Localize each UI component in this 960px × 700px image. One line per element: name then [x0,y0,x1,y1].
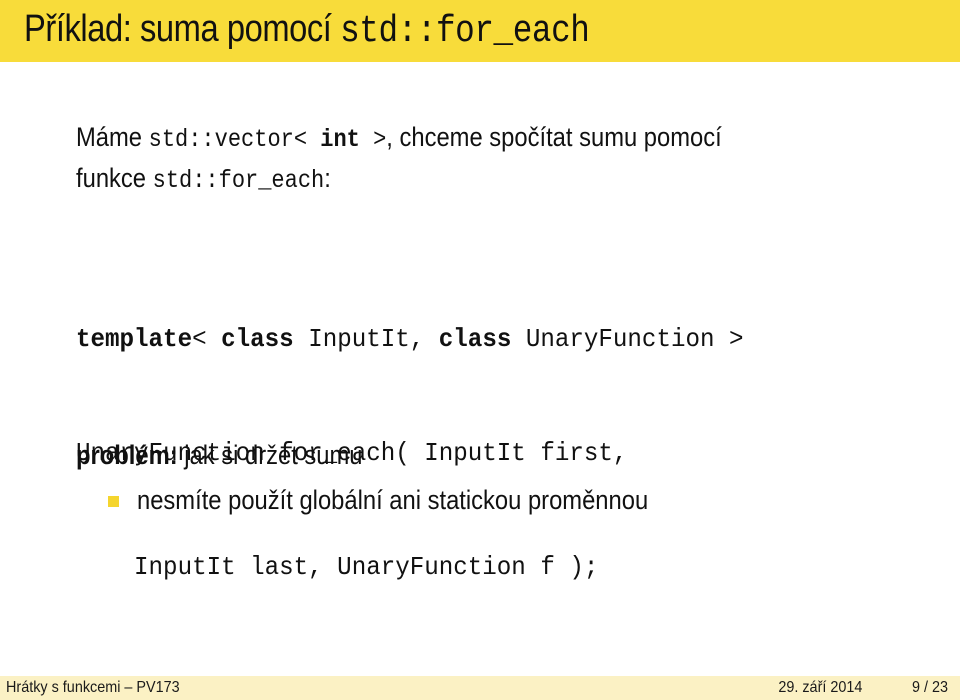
footer-page-number: 9 / 23 [911,679,948,696]
code-keyword: class [221,324,294,354]
intro-line-1: Máme std::vector< int >, chceme spočítat… [76,118,722,159]
intro-code: std::for_each [152,166,325,195]
code-line-3: InputIt last, UnaryFunction f ); [76,552,599,582]
code-text: InputIt, [293,324,439,354]
bullet-text: nesmíte použít globální ani statickou pr… [137,485,649,515]
intro-text: Máme [76,122,149,152]
code-keyword: class [438,324,512,354]
intro-code-keyword: int [320,125,360,154]
intro-text: , chceme spočítat sumu pomocí [386,122,722,152]
problem-text: jak si držet sumu [177,440,363,470]
slide-title-code: std::for_each [340,10,590,53]
code-block: template< class InputIt, class UnaryFunc… [76,244,744,624]
code-line-1: template< class InputIt, class UnaryFunc… [76,320,744,358]
intro-text: : [324,163,331,193]
slide-title-text: Příklad: suma pomocí [24,8,341,50]
problem-label: problém: [76,440,178,470]
code-keyword: template [76,324,193,354]
code-text: < [192,324,222,354]
footer-bar: Hrátky s funkcemi – PV173 29. září 2014 … [0,676,960,700]
slide-title: Příklad: suma pomocí std::for_each [24,6,590,55]
code-text: UnaryFunction > [511,324,744,354]
intro-paragraph: Máme std::vector< int >, chceme spočítat… [76,118,722,200]
intro-line-2: funkce std::for_each: [76,159,722,200]
footer-presentation-title: Hrátky s funkcemi – PV173 [6,679,180,696]
intro-code: > [359,125,387,154]
problem-statement: problém: jak si držet sumu [76,436,363,474]
title-bar: Příklad: suma pomocí std::for_each [0,0,960,62]
square-bullet-icon [108,496,119,507]
intro-text: funkce [76,163,153,193]
intro-code: std::vector< [148,125,321,154]
footer-date: 29. září 2014 [777,679,862,696]
